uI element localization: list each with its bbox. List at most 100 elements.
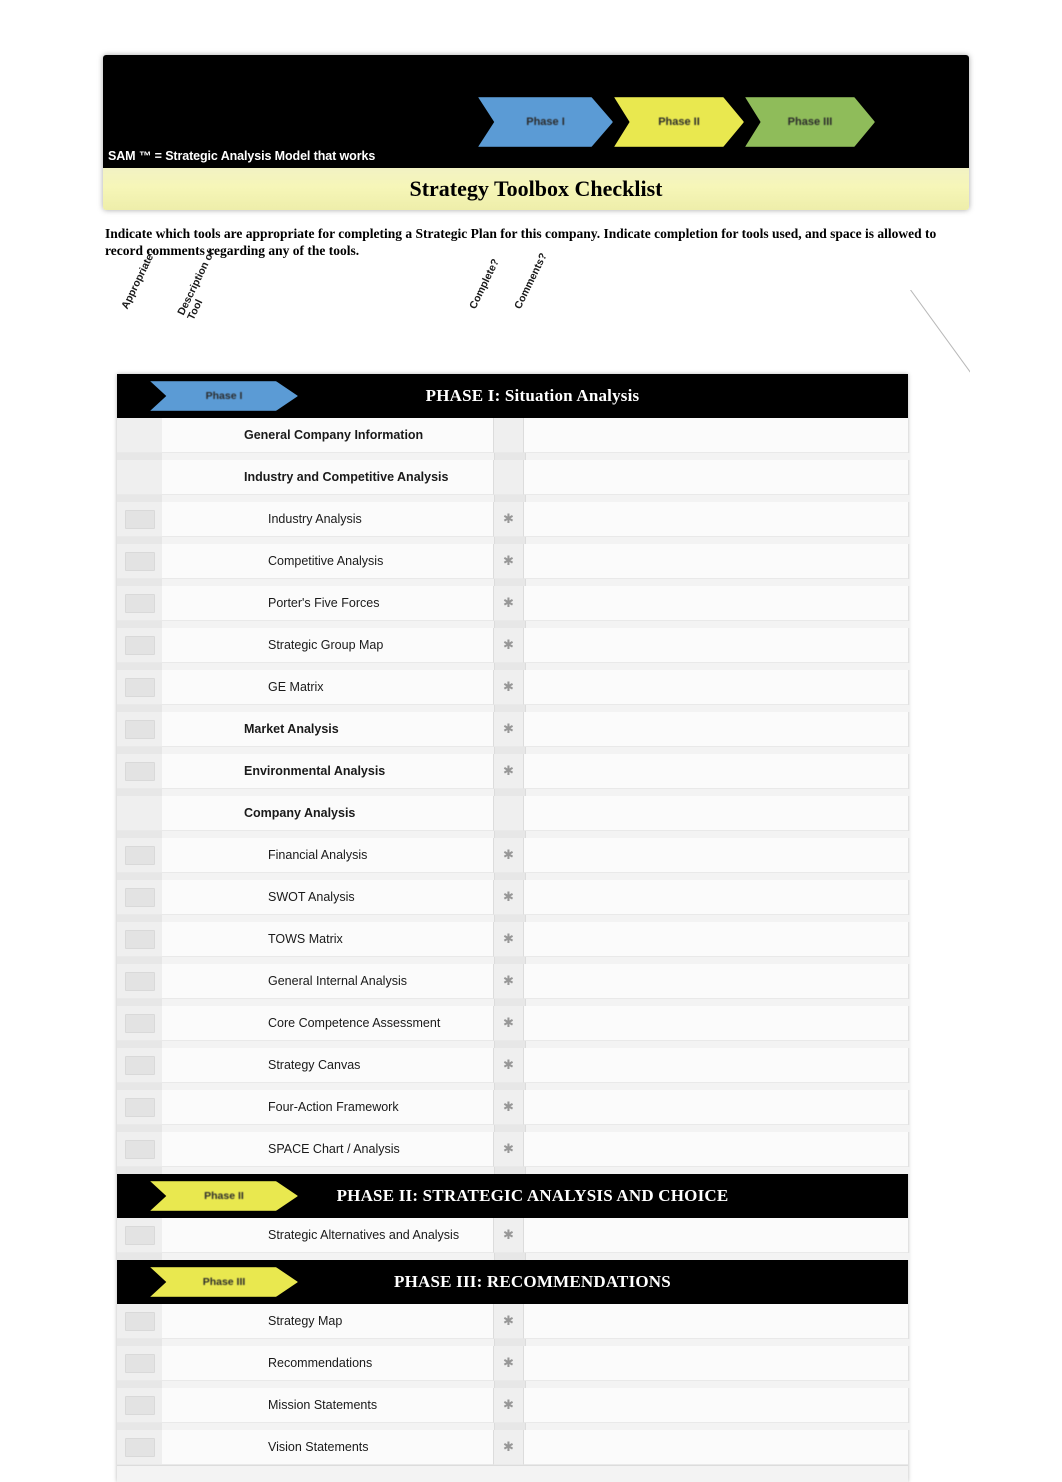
complete-check-icon[interactable]: ✱ xyxy=(502,764,516,778)
complete-check-icon[interactable]: ✱ xyxy=(502,932,516,946)
appropriate-cell[interactable] xyxy=(117,922,162,957)
appropriate-dropdown-box[interactable] xyxy=(124,887,155,907)
complete-check-icon[interactable]: ✱ xyxy=(502,890,516,904)
appropriate-dropdown-box[interactable] xyxy=(124,1013,155,1033)
comments-cell[interactable] xyxy=(524,922,908,957)
appropriate-dropdown-box[interactable] xyxy=(124,635,155,655)
appropriate-dropdown-box[interactable] xyxy=(124,761,155,781)
complete-cell[interactable] xyxy=(494,460,524,495)
complete-check-icon[interactable]: ✱ xyxy=(502,848,516,862)
appropriate-dropdown-box[interactable] xyxy=(124,1395,155,1415)
complete-cell[interactable] xyxy=(494,418,524,453)
appropriate-cell[interactable] xyxy=(117,628,162,663)
complete-check-icon[interactable]: ✱ xyxy=(502,1228,516,1242)
appropriate-cell[interactable] xyxy=(117,964,162,999)
tool-name-cell[interactable]: General Company Information xyxy=(162,418,494,453)
appropriate-dropdown-box[interactable] xyxy=(124,1225,155,1245)
complete-check-icon[interactable]: ✱ xyxy=(502,1058,516,1072)
comments-cell[interactable] xyxy=(524,628,908,663)
comments-cell[interactable] xyxy=(524,418,908,453)
appropriate-dropdown-box[interactable] xyxy=(124,1437,155,1457)
tool-name-cell[interactable]: Market Analysis xyxy=(162,712,494,747)
comments-cell[interactable] xyxy=(524,544,908,579)
appropriate-dropdown-box[interactable] xyxy=(124,1097,155,1117)
appropriate-cell[interactable] xyxy=(117,670,162,705)
tool-name-cell[interactable]: Strategic Alternatives and Analysis xyxy=(162,1218,494,1253)
complete-cell[interactable]: ✱ xyxy=(494,1430,524,1465)
complete-cell[interactable]: ✱ xyxy=(494,670,524,705)
complete-cell[interactable]: ✱ xyxy=(494,754,524,789)
appropriate-dropdown-box[interactable] xyxy=(124,551,155,571)
appropriate-cell[interactable] xyxy=(117,1090,162,1125)
complete-cell[interactable] xyxy=(494,796,524,831)
comments-cell[interactable] xyxy=(524,1132,908,1167)
appropriate-cell[interactable] xyxy=(117,1132,162,1167)
complete-cell[interactable]: ✱ xyxy=(494,1132,524,1167)
complete-cell[interactable]: ✱ xyxy=(494,922,524,957)
complete-check-icon[interactable]: ✱ xyxy=(502,554,516,568)
appropriate-cell[interactable] xyxy=(117,754,162,789)
appropriate-cell[interactable] xyxy=(117,712,162,747)
tool-name-cell[interactable]: General Internal Analysis xyxy=(162,964,494,999)
tool-name-cell[interactable]: Industry and Competitive Analysis xyxy=(162,460,494,495)
tool-name-cell[interactable]: Company Analysis xyxy=(162,796,494,831)
tool-name-cell[interactable]: Environmental Analysis xyxy=(162,754,494,789)
appropriate-cell[interactable] xyxy=(117,544,162,579)
tool-name-cell[interactable]: Strategy Map xyxy=(162,1304,494,1339)
comments-cell[interactable] xyxy=(524,964,908,999)
appropriate-cell[interactable] xyxy=(117,586,162,621)
appropriate-dropdown-box[interactable] xyxy=(124,677,155,697)
appropriate-dropdown-box[interactable] xyxy=(124,719,155,739)
complete-cell[interactable]: ✱ xyxy=(494,880,524,915)
appropriate-cell[interactable] xyxy=(117,838,162,873)
appropriate-dropdown-box[interactable] xyxy=(124,509,155,529)
tool-name-cell[interactable]: SWOT Analysis xyxy=(162,880,494,915)
tool-name-cell[interactable]: Competitive Analysis xyxy=(162,544,494,579)
comments-cell[interactable] xyxy=(524,1304,908,1339)
comments-cell[interactable] xyxy=(524,754,908,789)
appropriate-dropdown-box[interactable] xyxy=(124,929,155,949)
tool-name-cell[interactable]: SPACE Chart / Analysis xyxy=(162,1132,494,1167)
tool-name-cell[interactable]: Financial Analysis xyxy=(162,838,494,873)
tool-name-cell[interactable]: TOWS Matrix xyxy=(162,922,494,957)
appropriate-cell[interactable] xyxy=(117,1006,162,1041)
complete-check-icon[interactable]: ✱ xyxy=(502,680,516,694)
complete-check-icon[interactable]: ✱ xyxy=(502,1100,516,1114)
appropriate-dropdown-box[interactable] xyxy=(124,845,155,865)
tool-name-cell[interactable]: GE Matrix xyxy=(162,670,494,705)
tool-name-cell[interactable]: Porter's Five Forces xyxy=(162,586,494,621)
appropriate-dropdown-box[interactable] xyxy=(124,971,155,991)
appropriate-dropdown-box[interactable] xyxy=(124,1311,155,1331)
complete-cell[interactable]: ✱ xyxy=(494,586,524,621)
complete-check-icon[interactable]: ✱ xyxy=(502,638,516,652)
tool-name-cell[interactable]: Strategy Canvas xyxy=(162,1048,494,1083)
complete-check-icon[interactable]: ✱ xyxy=(502,1398,516,1412)
complete-cell[interactable]: ✱ xyxy=(494,1388,524,1423)
complete-check-icon[interactable]: ✱ xyxy=(502,1314,516,1328)
tool-name-cell[interactable]: Core Competence Assessment xyxy=(162,1006,494,1041)
complete-cell[interactable]: ✱ xyxy=(494,1304,524,1339)
complete-check-icon[interactable]: ✱ xyxy=(502,1440,516,1454)
appropriate-cell[interactable] xyxy=(117,1304,162,1339)
complete-cell[interactable]: ✱ xyxy=(494,544,524,579)
complete-check-icon[interactable]: ✱ xyxy=(502,1142,516,1156)
comments-cell[interactable] xyxy=(524,880,908,915)
appropriate-cell[interactable] xyxy=(117,1388,162,1423)
comments-cell[interactable] xyxy=(524,796,908,831)
complete-cell[interactable]: ✱ xyxy=(494,1006,524,1041)
appropriate-dropdown-box[interactable] xyxy=(124,1055,155,1075)
comments-cell[interactable] xyxy=(524,1090,908,1125)
comments-cell[interactable] xyxy=(524,1048,908,1083)
complete-check-icon[interactable]: ✱ xyxy=(502,722,516,736)
comments-cell[interactable] xyxy=(524,502,908,537)
appropriate-dropdown-box[interactable] xyxy=(124,1353,155,1373)
complete-check-icon[interactable]: ✱ xyxy=(502,1356,516,1370)
complete-check-icon[interactable]: ✱ xyxy=(502,512,516,526)
comments-cell[interactable] xyxy=(524,1388,908,1423)
complete-cell[interactable]: ✱ xyxy=(494,1090,524,1125)
comments-cell[interactable] xyxy=(524,1006,908,1041)
appropriate-cell[interactable] xyxy=(117,1218,162,1253)
tool-name-cell[interactable]: Vision Statements xyxy=(162,1430,494,1465)
complete-cell[interactable]: ✱ xyxy=(494,964,524,999)
complete-cell[interactable]: ✱ xyxy=(494,1218,524,1253)
